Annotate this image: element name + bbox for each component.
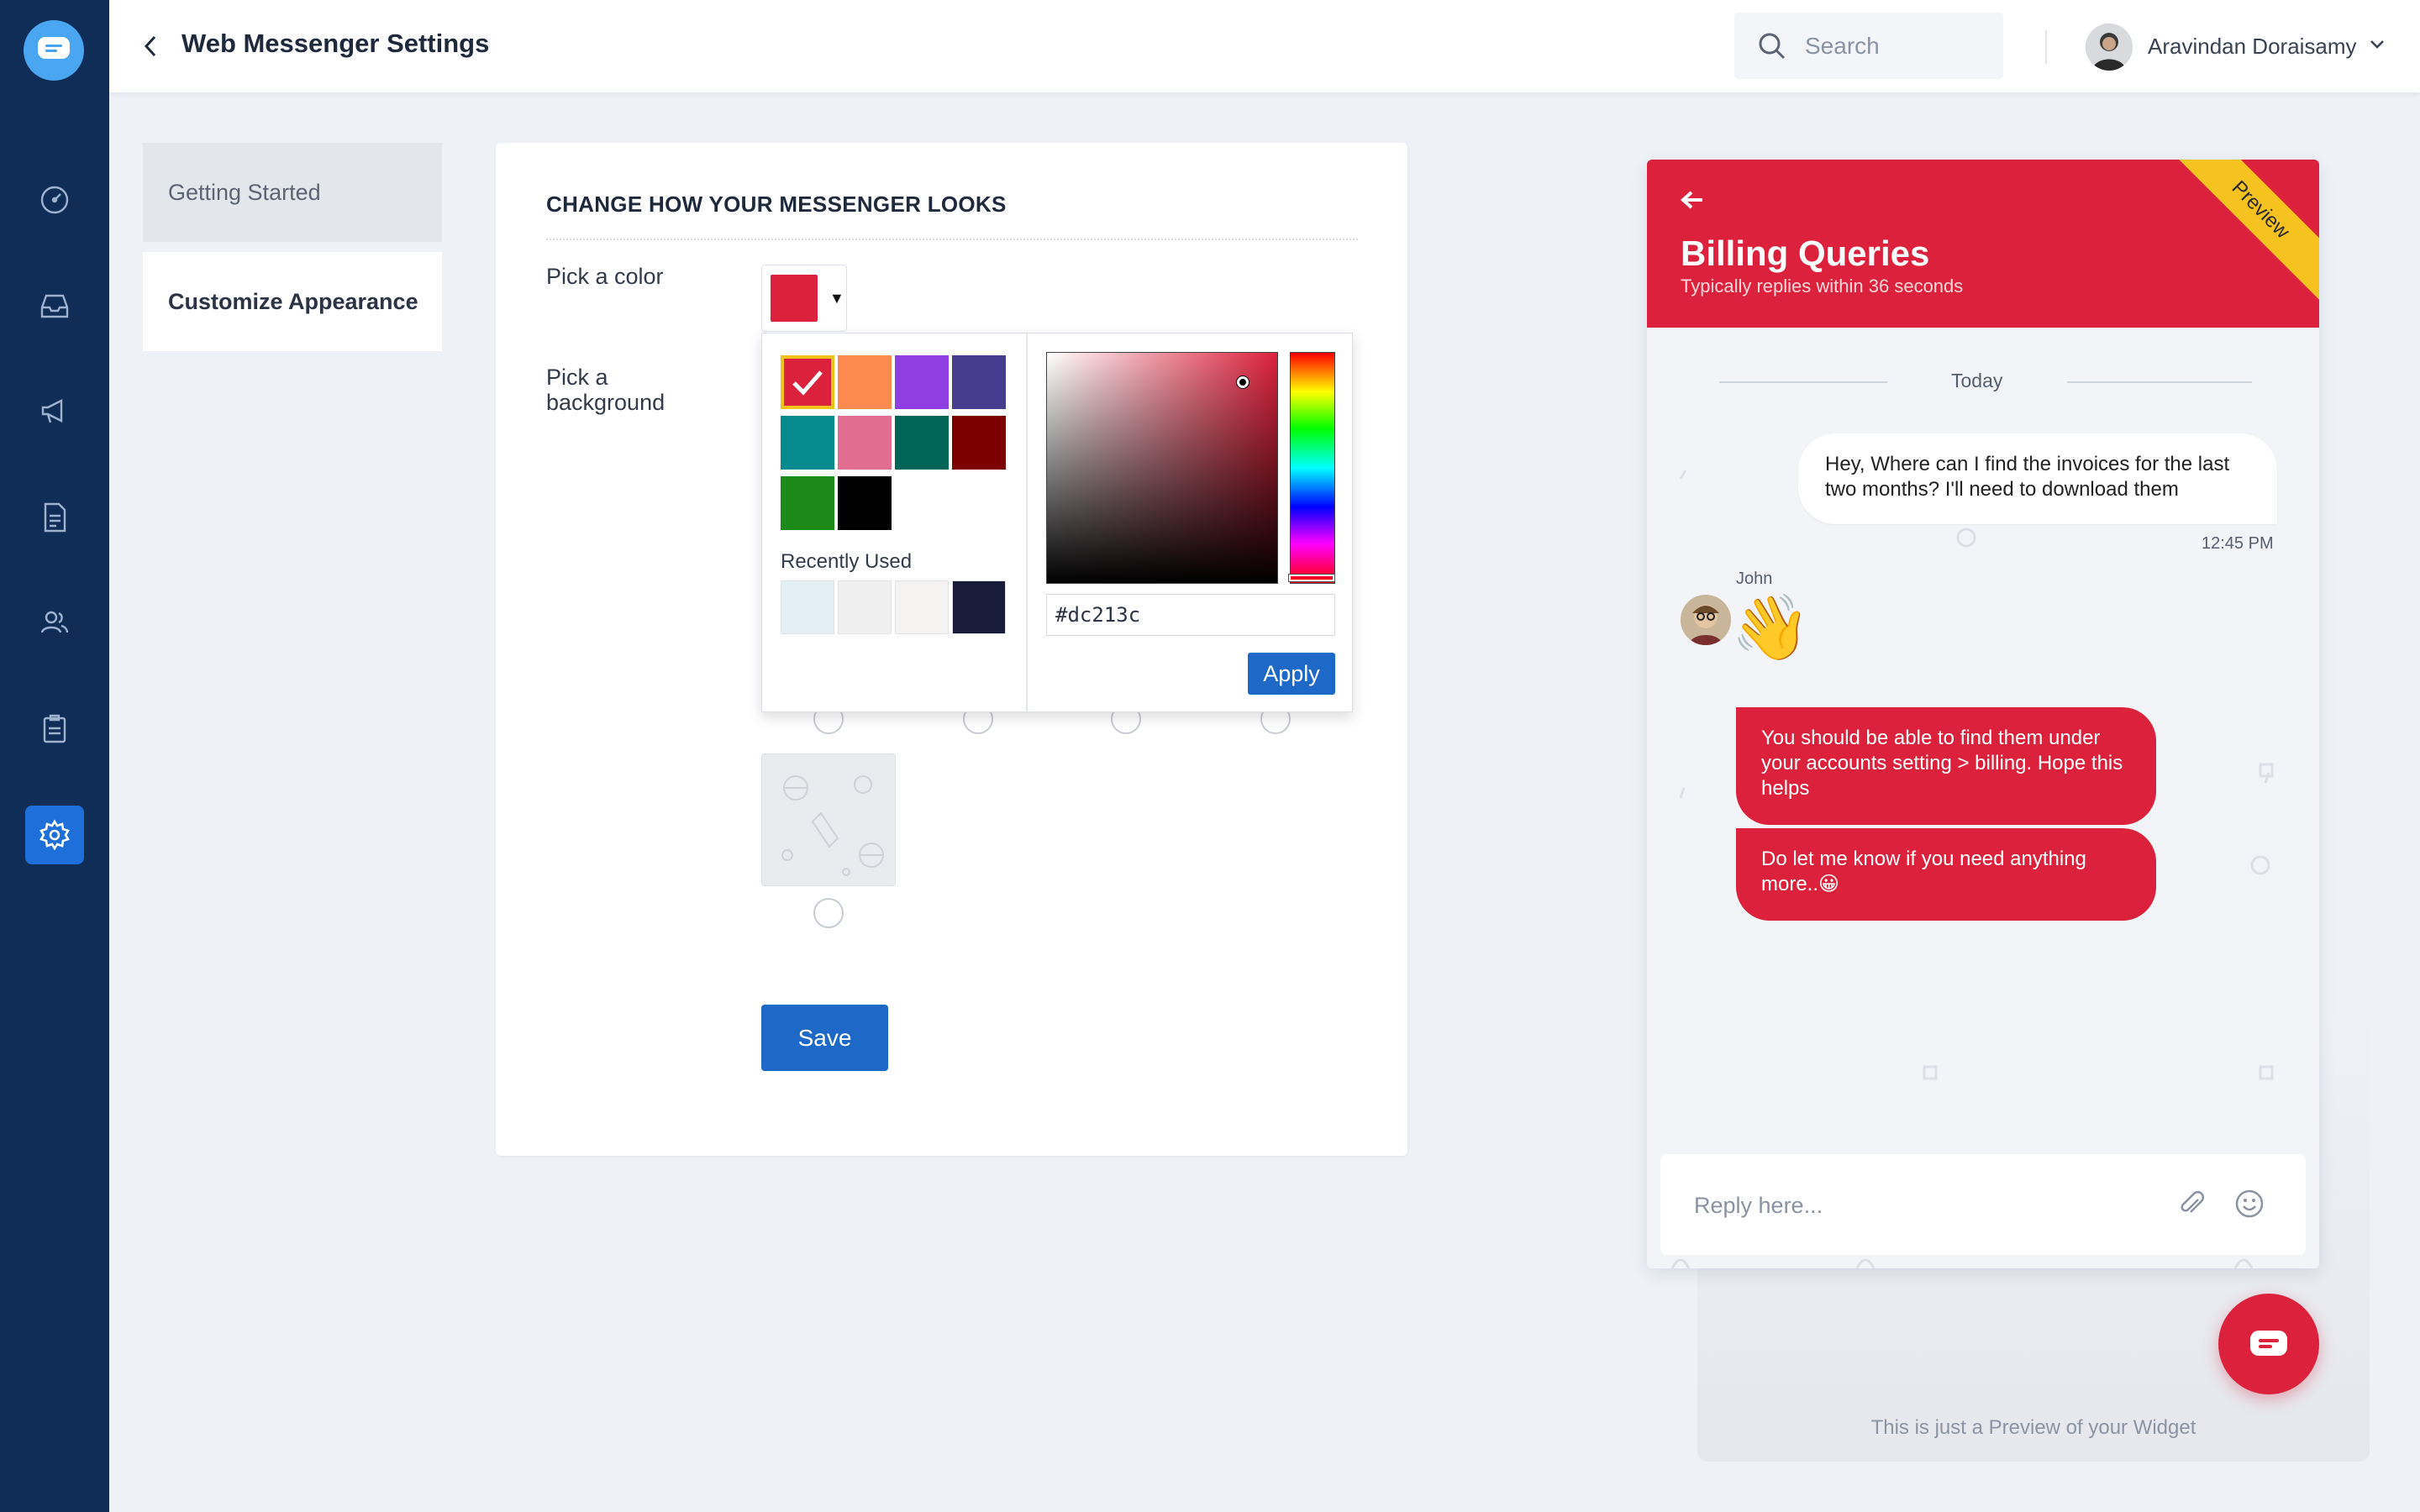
color-swatch[interactable] — [781, 476, 834, 530]
hue-slider-handle[interactable] — [1289, 575, 1334, 581]
color-picker-popover: Recently Used Apply — [761, 333, 1353, 713]
color-cursor[interactable] — [1237, 376, 1249, 388]
preview-title: Billing Queries — [1681, 234, 1930, 273]
messenger-launcher-button[interactable] — [2218, 1294, 2319, 1394]
wave-emoji: 👋 — [1731, 592, 1811, 664]
inbox-icon[interactable] — [25, 276, 84, 335]
agent-message-bubble: You should be able to find them under yo… — [1736, 707, 2156, 825]
color-swatch[interactable] — [838, 355, 892, 409]
agent-avatar — [1681, 595, 1731, 645]
agent-name: John — [1736, 570, 1773, 588]
checkmark-icon — [792, 370, 823, 396]
color-swatch[interactable] — [838, 476, 892, 530]
chevron-down-icon[interactable] — [2370, 39, 2385, 54]
preview-header: Billing Queries Typically replies within… — [1647, 160, 2319, 328]
divider-line — [2067, 381, 2252, 383]
date-divider-label: Today — [1951, 370, 2003, 391]
recent-color-swatch[interactable] — [781, 580, 834, 634]
recent-color-swatch[interactable] — [838, 580, 892, 634]
selected-color-swatch — [771, 275, 818, 322]
save-button[interactable]: Save — [761, 1005, 888, 1071]
search-icon — [1759, 33, 1786, 59]
background-radio[interactable] — [813, 898, 844, 928]
reply-input[interactable]: Reply here... — [1694, 1193, 1823, 1219]
reply-composer[interactable]: Reply here... — [1660, 1154, 2306, 1255]
color-swatch[interactable] — [781, 355, 834, 409]
user-name[interactable]: Aravindan Doraisamy — [2148, 34, 2357, 60]
attachment-icon[interactable] — [2176, 1189, 2207, 1224]
picker-divider — [1026, 333, 1028, 713]
caret-down-icon: ▼ — [829, 289, 844, 307]
message-timestamp: 12:45 PM — [2202, 534, 2274, 553]
color-swatch[interactable] — [895, 355, 949, 409]
pick-color-label: Pick a color — [546, 264, 664, 289]
search-placeholder: Search — [1805, 32, 1880, 59]
chat-logo-icon — [38, 37, 70, 59]
campaign-icon[interactable] — [25, 381, 84, 440]
color-swatch[interactable] — [952, 416, 1006, 470]
apply-button[interactable]: Apply — [1248, 653, 1335, 695]
user-message-bubble: Hey, Where can I find the invoices for t… — [1798, 433, 2277, 524]
messenger-preview-widget: Billing Queries Typically replies within… — [1647, 160, 2319, 1268]
subnav-item-customize-appearance[interactable]: Customize Appearance — [143, 252, 442, 351]
settings-icon[interactable] — [25, 806, 84, 864]
color-swatch[interactable] — [895, 416, 949, 470]
color-swatch[interactable] — [952, 355, 1006, 409]
dashboard-icon[interactable] — [25, 171, 84, 229]
back-button[interactable] — [133, 29, 168, 64]
document-icon[interactable] — [25, 488, 84, 547]
arrow-left-icon[interactable] — [1681, 190, 1704, 214]
preview-subtitle: Typically replies within 36 seconds — [1681, 276, 1964, 297]
card-title: CHANGE HOW YOUR MESSENGER LOOKS — [546, 192, 1007, 217]
pick-background-label: Pick a background — [546, 365, 666, 415]
search-input[interactable]: Search — [1734, 13, 2003, 79]
recent-color-swatch[interactable] — [895, 580, 949, 634]
divider-line — [1719, 381, 1887, 383]
left-rail — [0, 0, 109, 1512]
preview-note: This is just a Preview of your Widget — [1870, 1416, 2196, 1439]
preview-ribbon: Preview — [2167, 160, 2319, 303]
background-thumbnail-space[interactable] — [761, 753, 896, 886]
user-avatar[interactable] — [2086, 24, 2133, 71]
hex-color-input[interactable] — [1046, 594, 1335, 636]
divider — [546, 239, 1358, 240]
color-swatch[interactable] — [781, 416, 834, 470]
chat-icon — [2250, 1331, 2287, 1356]
contacts-icon[interactable] — [25, 593, 84, 652]
app-logo[interactable] — [24, 20, 84, 81]
header-divider — [2045, 30, 2047, 64]
agent-message-bubble: Do let me know if you need anything more… — [1736, 828, 2156, 921]
reports-icon[interactable] — [25, 700, 84, 759]
recent-color-swatch[interactable] — [952, 580, 1006, 634]
subnav-item-getting-started[interactable]: Getting Started — [143, 143, 442, 242]
color-swatch[interactable] — [838, 416, 892, 470]
emoji-icon[interactable] — [2233, 1188, 2265, 1224]
page-title: Web Messenger Settings — [182, 29, 490, 58]
chevron-left-icon — [144, 35, 156, 57]
top-header: Web Messenger Settings Search Aravindan … — [109, 0, 2420, 92]
color-dropdown-button[interactable]: ▼ — [761, 265, 847, 332]
recently-used-label: Recently Used — [781, 550, 913, 573]
saturation-value-area[interactable] — [1046, 352, 1278, 584]
hue-slider[interactable] — [1289, 352, 1335, 584]
